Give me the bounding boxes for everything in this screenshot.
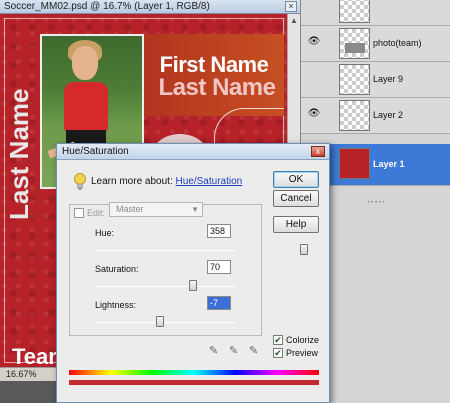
layer-thumbnail — [339, 148, 370, 179]
last-name-text: Last Name — [158, 74, 276, 101]
edit-checkbox — [74, 208, 84, 218]
dialog-titlebar[interactable]: Hue/Saturation x — [57, 144, 329, 160]
colorize-checkbox[interactable]: ✔ — [273, 335, 283, 345]
help-button[interactable]: Help — [273, 216, 319, 233]
cancel-button[interactable]: Cancel — [273, 190, 319, 207]
dialog-close-button[interactable]: x — [311, 146, 325, 157]
layer-name: Layer 2 — [373, 110, 404, 120]
dialog-title: Hue/Saturation — [62, 146, 129, 157]
field-line — [214, 108, 284, 148]
lightness-label: Lightness: — [95, 300, 137, 310]
layer-row[interactable]: Layer 9 — [301, 62, 450, 98]
colorize-label: Colorize — [286, 335, 320, 345]
hue-slider-thumb[interactable] — [300, 244, 309, 255]
zoom-level[interactable]: 16.67% — [6, 369, 37, 379]
learn-more-link[interactable]: Hue/Saturation — [176, 176, 243, 187]
eye-icon[interactable]: 👁 — [307, 108, 321, 122]
chevron-down-icon: ▼ — [191, 205, 199, 214]
lightbulb-icon — [74, 173, 86, 190]
eye-icon[interactable]: 👁 — [307, 36, 321, 50]
layer-name: Layer 9 — [373, 74, 404, 84]
lightness-slider-thumb[interactable] — [156, 316, 165, 327]
saturation-label: Saturation: — [95, 264, 139, 274]
ok-button[interactable]: OK — [273, 171, 319, 188]
lightness-input[interactable]: -7 — [207, 296, 231, 310]
layer-thumbnail — [339, 28, 370, 59]
eyedropper-plus-icon[interactable]: ✎ — [229, 344, 238, 357]
player-shirt — [64, 82, 108, 132]
edit-channel-value: Master — [116, 204, 144, 214]
lightness-slider-track[interactable] — [95, 322, 235, 323]
edit-channel-select: Master ▼ — [109, 202, 203, 217]
result-color-bar — [69, 380, 319, 385]
hue-saturation-dialog: Hue/Saturation x Learn more about: Hue/S… — [56, 143, 330, 403]
learn-more-prefix: Learn more about: — [91, 176, 173, 187]
edit-label: Edit: — [87, 208, 106, 218]
hue-label: Hue: — [95, 228, 115, 238]
player-head — [72, 46, 98, 80]
saturation-input[interactable]: 70 — [207, 260, 231, 274]
eyedropper-icon[interactable]: ✎ — [209, 344, 218, 357]
preview-label: Preview — [286, 348, 319, 358]
layer-row[interactable] — [301, 0, 450, 26]
scroll-up-icon[interactable]: ▲ — [290, 16, 298, 25]
learn-more-text: Learn more about: Hue/Saturation — [91, 176, 242, 187]
preview-checkbox[interactable]: ✔ — [273, 348, 283, 358]
document-close-button[interactable]: × — [285, 1, 297, 12]
vertical-name-text: Last Name — [4, 88, 34, 221]
layer-row[interactable]: 👁 Layer 2 — [301, 98, 450, 134]
document-title: Soccer_MM02.psd @ 16.7% (Layer 1, RGB/8) — [4, 1, 210, 12]
saturation-slider-track[interactable] — [95, 286, 235, 287]
eyedropper-minus-icon[interactable]: ✎ — [249, 344, 258, 357]
saturation-slider-thumb[interactable] — [189, 280, 197, 291]
layer-thumbnail — [339, 0, 370, 23]
hue-spectrum-bar — [69, 370, 319, 375]
layer-row[interactable]: 👁 photo(team) — [301, 26, 450, 62]
layer-thumbnail — [339, 100, 370, 131]
layer-thumbnail — [339, 64, 370, 95]
hue-input[interactable]: 358 — [207, 224, 231, 238]
hue-slider-track[interactable] — [95, 250, 235, 251]
document-titlebar[interactable]: Soccer_MM02.psd @ 16.7% (Layer 1, RGB/8)… — [0, 0, 300, 14]
layer-name: photo(team) — [373, 38, 422, 48]
layer-name: Layer 1 — [373, 159, 405, 169]
